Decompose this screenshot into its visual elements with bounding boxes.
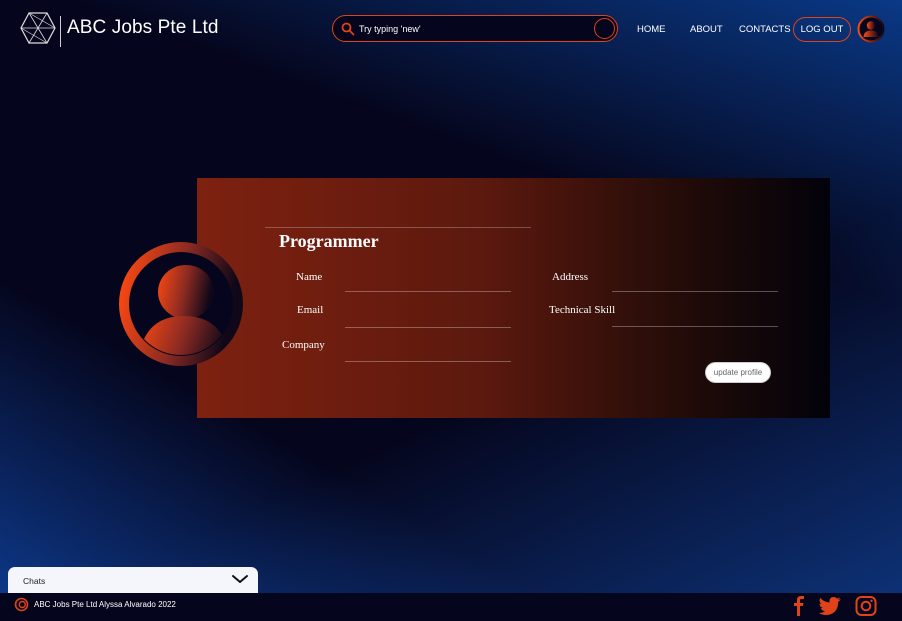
search-submit-button[interactable] xyxy=(594,18,615,39)
search-bar xyxy=(332,15,618,42)
facebook-icon[interactable] xyxy=(792,596,806,616)
nav-contacts-link[interactable]: CONTACTS xyxy=(739,24,791,35)
email-field[interactable] xyxy=(345,327,511,328)
technical-skill-field[interactable] xyxy=(612,326,778,327)
profile-role-title: Programmer xyxy=(279,231,379,251)
chat-widget[interactable]: Chats xyxy=(8,567,258,593)
footer: ABC Jobs Pte Ltd Alyssa Alvarado 2022 xyxy=(0,593,902,621)
technical-skill-label: Technical Skill xyxy=(549,304,616,316)
name-label: Name xyxy=(296,271,323,283)
company-field[interactable] xyxy=(345,361,511,362)
search-input[interactable] xyxy=(359,20,587,38)
chevron-down-icon[interactable] xyxy=(231,573,249,585)
chat-label: Chats xyxy=(23,576,46,586)
twitter-icon[interactable] xyxy=(818,596,842,616)
name-field[interactable] xyxy=(345,291,511,292)
update-profile-button[interactable]: update profile xyxy=(705,362,771,383)
search-icon xyxy=(341,22,355,36)
logo-icon[interactable] xyxy=(20,11,56,45)
user-avatar-icon[interactable] xyxy=(857,15,885,43)
footer-copyright: ABC Jobs Pte Ltd Alyssa Alvarado 2022 xyxy=(34,600,176,609)
nav-home-link[interactable]: HOME xyxy=(637,24,666,35)
address-label: Address xyxy=(552,271,589,283)
profile-avatar-icon xyxy=(119,242,243,366)
brand-name[interactable]: ABC Jobs Pte Ltd xyxy=(67,17,219,39)
email-label: Email xyxy=(297,304,324,316)
logo-divider xyxy=(60,16,61,47)
logout-button[interactable]: LOG OUT xyxy=(793,17,851,42)
address-field[interactable] xyxy=(612,291,778,292)
footer-logo-icon xyxy=(14,597,29,612)
nav-about-link[interactable]: ABOUT xyxy=(690,24,723,35)
card-divider xyxy=(265,227,531,228)
top-navbar: ABC Jobs Pte Ltd HOME ABOUT CONTACTS LOG… xyxy=(0,0,902,58)
instagram-icon[interactable] xyxy=(855,596,877,616)
company-label: Company xyxy=(282,339,325,351)
